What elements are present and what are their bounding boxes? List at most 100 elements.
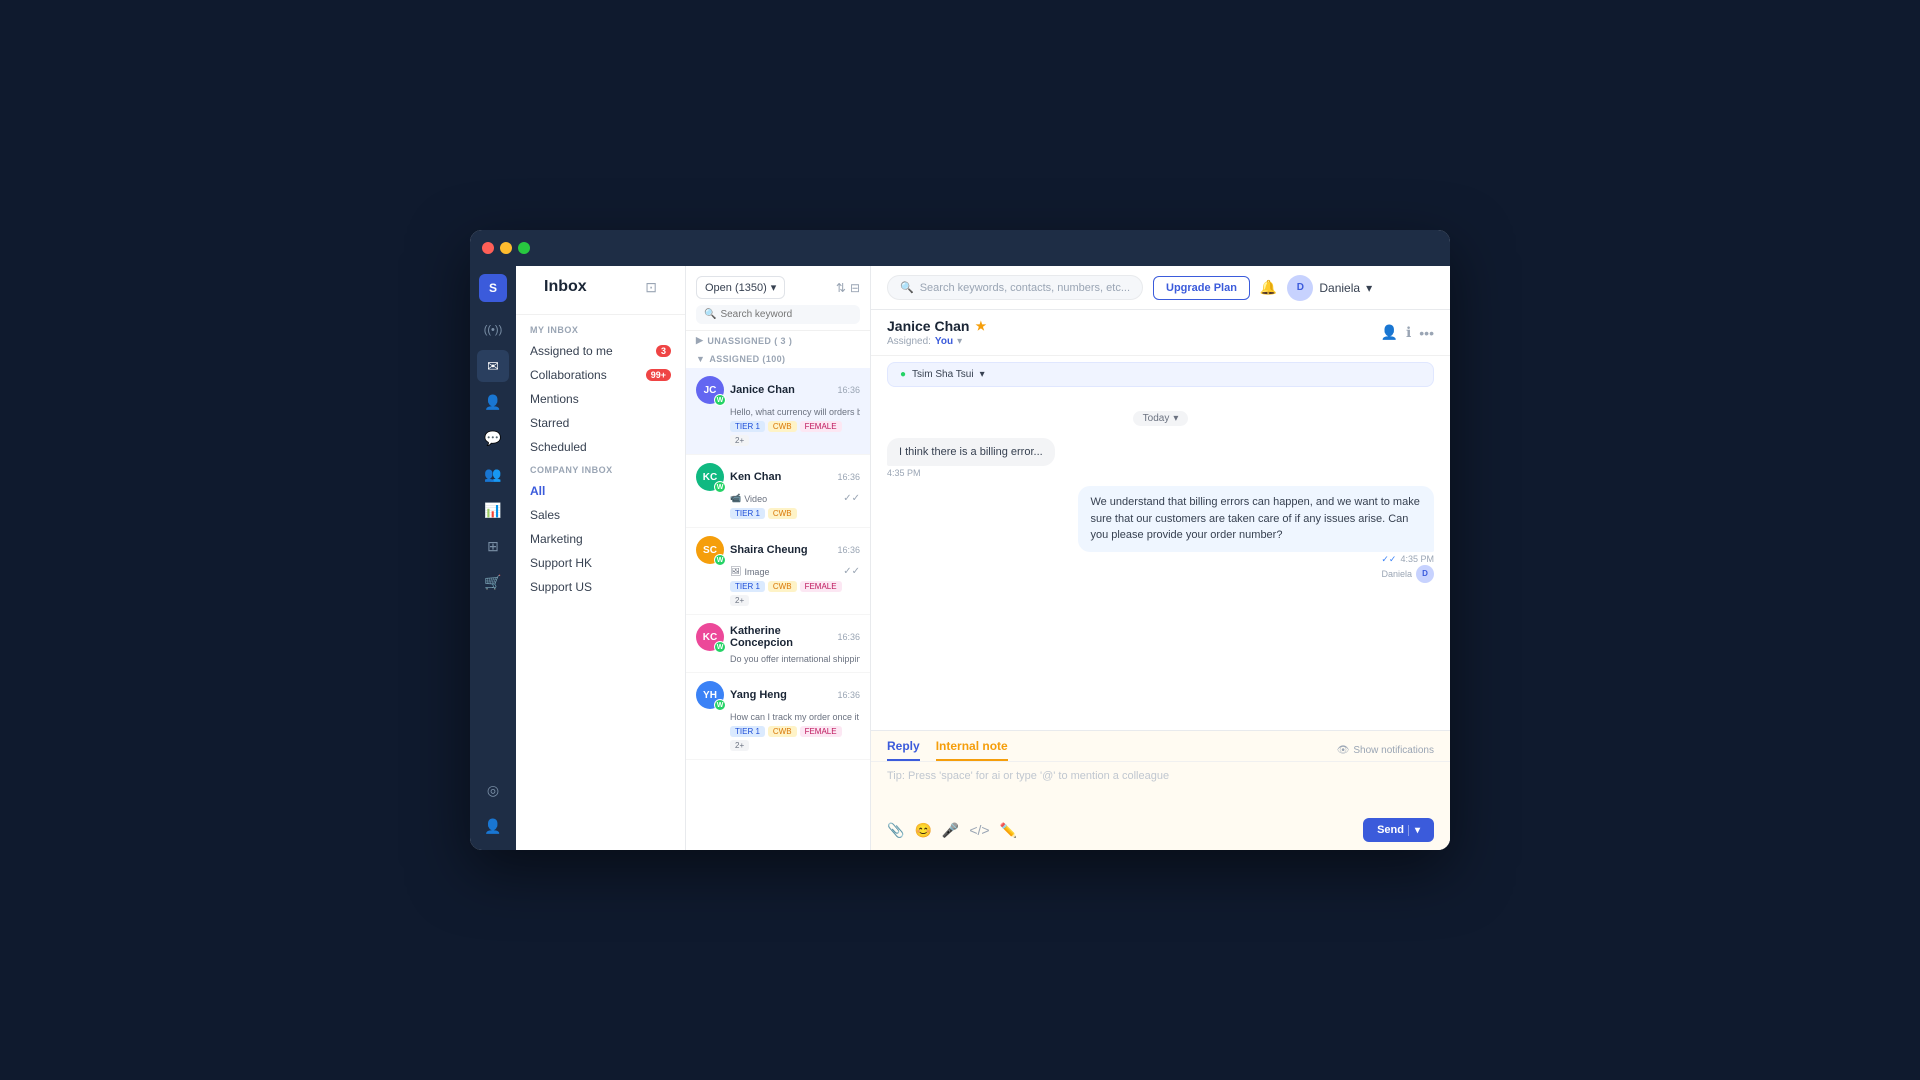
message-bubble: I think there is a billing error...: [887, 438, 1055, 466]
eye-icon: 👁: [1337, 745, 1350, 756]
location-icon: ●: [900, 369, 906, 380]
support-hk-inbox-item[interactable]: Support HK: [516, 551, 685, 575]
avatar-katherine: KC W: [696, 623, 724, 651]
chevron-down-icon: ▾: [980, 369, 985, 380]
tag-tier1-yang: TIER 1: [730, 726, 765, 737]
agent-avatar: D: [1416, 565, 1434, 583]
sales-inbox-item[interactable]: Sales: [516, 503, 685, 527]
tag-tier1: TIER 1: [730, 421, 765, 432]
chevron-down-icon: ▼: [696, 354, 705, 364]
chat-panel: 🔍 Search keywords, contacts, numbers, et…: [871, 266, 1450, 850]
search-icon: 🔍: [900, 281, 914, 294]
assigned-row: Assigned: You ▾: [887, 336, 1381, 347]
broadcast-nav-icon[interactable]: ((•)): [477, 314, 509, 346]
circle-nav-icon[interactable]: ◎: [477, 774, 509, 806]
date-badge: Today ▾: [1133, 411, 1189, 426]
close-button[interactable]: [482, 242, 494, 254]
location-bar: ● Tsim Sha Tsui ▾: [887, 362, 1434, 387]
my-inbox-label: MY INBOX: [516, 319, 685, 339]
starred-item[interactable]: Starred: [516, 411, 685, 435]
info-button[interactable]: ℹ: [1406, 324, 1411, 341]
more-options-button[interactable]: •••: [1419, 325, 1434, 341]
chevron-down-icon: ▾: [957, 336, 962, 347]
conv-item-shaira[interactable]: SC W Shaira Cheung 16:36 🖼 Image ✓✓ TIER…: [686, 528, 870, 615]
avatar-yang: YH W: [696, 681, 724, 709]
sort-button[interactable]: ⇅: [836, 281, 846, 295]
minimize-button[interactable]: [500, 242, 512, 254]
user-menu[interactable]: D Daniela ▾: [1287, 275, 1372, 301]
user-nav-icon[interactable]: 👤: [477, 810, 509, 842]
attach-icon[interactable]: 📎: [887, 822, 904, 839]
tag-more-shaira: 2+: [730, 595, 749, 606]
compose-icon[interactable]: ⊡: [645, 279, 657, 296]
show-notifications-button[interactable]: 👁 Show notifications: [1337, 745, 1434, 756]
global-search[interactable]: 🔍 Search keywords, contacts, numbers, et…: [887, 275, 1143, 300]
conversations-panel: Open (1350) ▾ ⇅ ⊟ 🔍 ▶ UNASSIGNED ( 3 ): [686, 266, 871, 850]
video-icon: 📹: [730, 493, 741, 504]
shop-nav-icon[interactable]: 🛒: [477, 566, 509, 598]
conv-item-yang[interactable]: YH W Yang Heng 16:36 How can I track my …: [686, 673, 870, 760]
chevron-down-icon: ▾: [1366, 281, 1372, 295]
conv-item-janice[interactable]: JC W Janice Chan 16:36 Hello, what curre…: [686, 368, 870, 455]
chevron-down-icon: ▾: [1173, 413, 1178, 424]
collaborations-item[interactable]: Collaborations 99+: [516, 363, 685, 387]
filter-button[interactable]: ⊟: [850, 281, 860, 295]
audio-icon[interactable]: 🎤: [942, 822, 959, 839]
support-us-inbox-item[interactable]: Support US: [516, 575, 685, 599]
contacts-nav-icon[interactable]: 👤: [477, 386, 509, 418]
whatsapp-badge-katherine: W: [714, 641, 726, 653]
marketing-inbox-item[interactable]: Marketing: [516, 527, 685, 551]
icon-sidebar: S ((•)) ✉ 👤 💬 👥 📊 ⊞ 🛒 ◎ 👤: [470, 266, 516, 850]
chat-subheader: Janice Chan ★ Assigned: You ▾ 👤 ℹ: [871, 310, 1450, 356]
tag-tier1-ken: TIER 1: [730, 508, 765, 519]
inbox-nav-icon[interactable]: ✉: [477, 350, 509, 382]
conv-item-katherine[interactable]: KC W Katherine Concepcion 16:36 Do you o…: [686, 615, 870, 673]
assigned-to-me-item[interactable]: Assigned to me 3: [516, 339, 685, 363]
avatar-ken: KC W: [696, 463, 724, 491]
tag-female: FEMALE: [800, 421, 842, 432]
left-panel: Inbox ⊡ MY INBOX Assigned to me 3 Collab…: [516, 266, 686, 850]
emoji-icon[interactable]: 😊: [914, 822, 931, 839]
assigned-section-header[interactable]: ▼ ASSIGNED (100): [686, 350, 870, 368]
conv-search-input[interactable]: [720, 309, 852, 320]
reports-nav-icon[interactable]: 📊: [477, 494, 509, 526]
unassigned-section-header[interactable]: ▶ UNASSIGNED ( 3 ): [686, 331, 870, 350]
all-inbox-item[interactable]: All: [516, 479, 685, 503]
notification-bell-button[interactable]: 🔔: [1260, 279, 1277, 296]
global-header: 🔍 Search keywords, contacts, numbers, et…: [871, 266, 1450, 310]
mentions-item[interactable]: Mentions: [516, 387, 685, 411]
star-icon: ★: [975, 319, 986, 333]
scheduled-item[interactable]: Scheduled: [516, 435, 685, 459]
maximize-button[interactable]: [518, 242, 530, 254]
chevron-down-icon: ▾: [771, 281, 777, 294]
contact-info: Janice Chan ★ Assigned: You ▾: [887, 318, 1381, 347]
reply-box: Reply Internal note 👁 Show notifications…: [871, 730, 1450, 850]
tag-cwb-shaira: CWB: [768, 581, 797, 592]
reply-input-area[interactable]: Tip: Press 'space' for ai or type '@' to…: [871, 762, 1450, 812]
integration-nav-icon[interactable]: ⊞: [477, 530, 509, 562]
send-caret-icon: ▾: [1408, 825, 1420, 836]
image-icon: 🖼: [730, 566, 741, 577]
reply-tab[interactable]: Reply: [887, 739, 920, 761]
team-nav-icon[interactable]: 👥: [477, 458, 509, 490]
bell-icon: 🔔: [1260, 279, 1277, 295]
contact-profile-button[interactable]: 👤: [1381, 324, 1398, 341]
traffic-lights: [482, 242, 530, 254]
chat-nav-icon[interactable]: 💬: [477, 422, 509, 454]
user-avatar: D: [1287, 275, 1313, 301]
message-meta: ✓✓ 4:35 PM: [1381, 554, 1434, 565]
location-bar-wrapper: ● Tsim Sha Tsui ▾: [871, 356, 1450, 397]
titlebar: [470, 230, 1450, 266]
edit-icon[interactable]: ✏️: [1000, 822, 1017, 839]
send-button[interactable]: Send ▾: [1363, 818, 1434, 842]
status-filter-dropdown[interactable]: Open (1350) ▾: [696, 276, 785, 299]
whatsapp-badge: W: [714, 394, 726, 406]
tag-female-shaira: FEMALE: [800, 581, 842, 592]
upgrade-plan-button[interactable]: Upgrade Plan: [1153, 276, 1250, 300]
conv-item-ken[interactable]: KC W Ken Chan 16:36 📹 Video ✓✓ TIER 1 CW…: [686, 455, 870, 528]
internal-note-tab[interactable]: Internal note: [936, 739, 1008, 761]
incoming-message-1: I think there is a billing error... 4:35…: [887, 438, 1215, 478]
code-icon[interactable]: </>: [969, 822, 989, 838]
tag-more: 2+: [730, 435, 749, 446]
outgoing-message-1: We understand that billing errors can ha…: [1078, 486, 1434, 583]
